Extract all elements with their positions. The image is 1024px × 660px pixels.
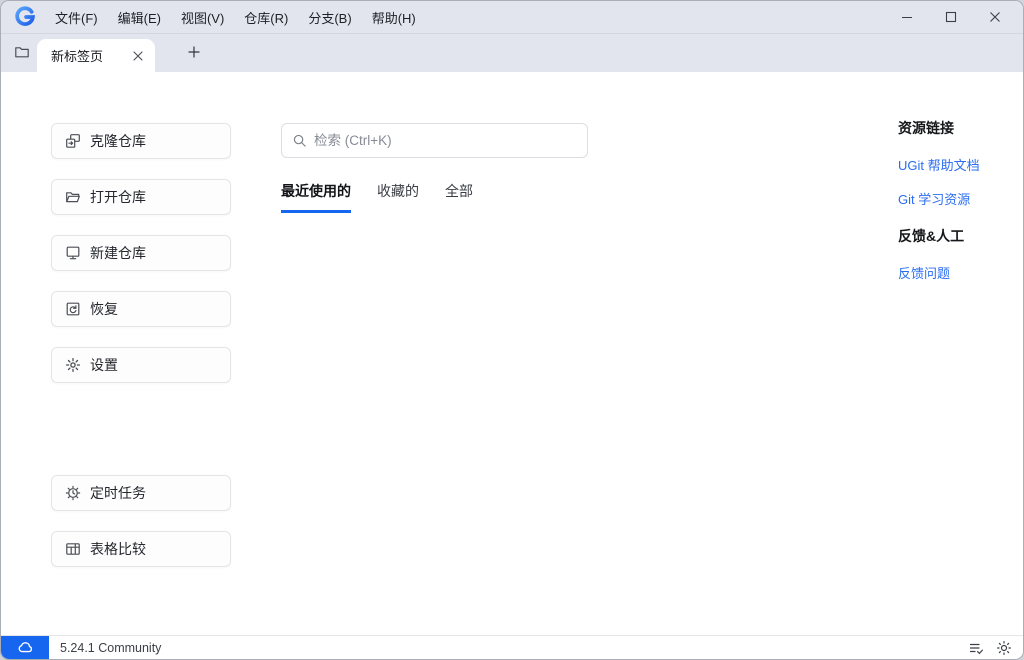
search-input[interactable] [314, 133, 577, 148]
status-bar-icons [967, 639, 1013, 657]
tab-label: 新标签页 [51, 49, 104, 64]
tab-all[interactable]: 全部 [445, 181, 473, 213]
menu-view[interactable]: 视图(V) [171, 1, 234, 33]
link-feedback-issue[interactable]: 反馈问题 [898, 263, 1020, 282]
menu-help[interactable]: 帮助(H) [362, 1, 426, 33]
link-ugit-help-docs[interactable]: UGit 帮助文档 [898, 155, 1020, 174]
minimize-icon[interactable] [885, 1, 929, 33]
resource-panel: 资源链接 UGit 帮助文档 Git 学习资源 反馈&人工 反馈问题 [898, 118, 1020, 297]
link-git-learning[interactable]: Git 学习资源 [898, 189, 1020, 208]
scheduled-task-button[interactable]: 定时任务 [51, 475, 231, 511]
table-compare-button[interactable]: 表格比较 [51, 531, 231, 567]
tab-recently-used[interactable]: 最近使用的 [281, 181, 351, 213]
open-repo-button[interactable]: 打开仓库 [51, 179, 231, 215]
version-label: 5.24.1 Community [60, 640, 162, 655]
settings-button[interactable]: 设置 [51, 347, 231, 383]
table-compare-icon [65, 541, 81, 557]
resource-links-title: 资源链接 [898, 120, 954, 136]
new-repo-icon [65, 245, 81, 261]
feedback-title: 反馈&人工 [898, 228, 965, 244]
app-window: 文件(F) 编辑(E) 视图(V) 仓库(R) 分支(B) 帮助(H) 新标签页 [0, 0, 1024, 660]
button-label: 定时任务 [90, 485, 146, 501]
changelog-check-icon[interactable] [967, 639, 985, 657]
maximize-icon[interactable] [929, 1, 973, 33]
menu-repo[interactable]: 仓库(R) [234, 1, 298, 33]
button-label: 克隆仓库 [90, 133, 146, 149]
tab-close-icon[interactable] [129, 47, 147, 65]
clone-repo-icon [65, 133, 81, 149]
scheduled-task-icon [65, 485, 81, 501]
close-icon[interactable] [973, 1, 1017, 33]
clone-repo-button[interactable]: 克隆仓库 [51, 123, 231, 159]
tab-favorites[interactable]: 收藏的 [377, 181, 419, 213]
search-icon [292, 133, 307, 148]
restore-icon [65, 301, 81, 317]
cloud-icon [17, 639, 34, 656]
button-label: 打开仓库 [90, 189, 146, 205]
folder-icon[interactable] [9, 39, 35, 65]
menu-branch[interactable]: 分支(B) [298, 1, 361, 33]
repo-list-area: 最近使用的 收藏的 全部 [281, 123, 701, 213]
theme-light-icon[interactable] [995, 639, 1013, 657]
menu-edit[interactable]: 编辑(E) [108, 1, 171, 33]
button-label: 恢复 [90, 301, 118, 317]
search-box[interactable] [281, 123, 588, 158]
button-label: 表格比较 [90, 541, 146, 557]
window-controls [885, 1, 1017, 33]
status-bar: 5.24.1 Community [1, 635, 1023, 659]
open-repo-icon [65, 189, 81, 205]
new-repo-button[interactable]: 新建仓库 [51, 235, 231, 271]
tab-new-page[interactable]: 新标签页 [37, 39, 155, 72]
restore-button[interactable]: 恢复 [51, 291, 231, 327]
app-logo-icon [13, 5, 37, 29]
new-tab-plus-icon[interactable] [181, 39, 207, 65]
gear-icon [65, 357, 81, 373]
home-content: 克隆仓库 打开仓库 新建仓库 恢复 设置 定时任务 表格比较 检索 (Ctrl+… [1, 72, 1023, 635]
cloud-sync-badge[interactable] [1, 635, 49, 659]
action-sidebar: 克隆仓库 打开仓库 新建仓库 恢复 设置 定时任务 表格比较 [51, 123, 231, 587]
menu-file[interactable]: 文件(F) [45, 1, 108, 33]
menu-bar: 文件(F) 编辑(E) 视图(V) 仓库(R) 分支(B) 帮助(H) [1, 1, 1023, 33]
button-label: 设置 [90, 357, 118, 373]
filter-tabs: 最近使用的 收藏的 全部 [281, 181, 701, 213]
tab-bar: 新标签页 [1, 33, 1023, 72]
button-label: 新建仓库 [90, 245, 146, 261]
